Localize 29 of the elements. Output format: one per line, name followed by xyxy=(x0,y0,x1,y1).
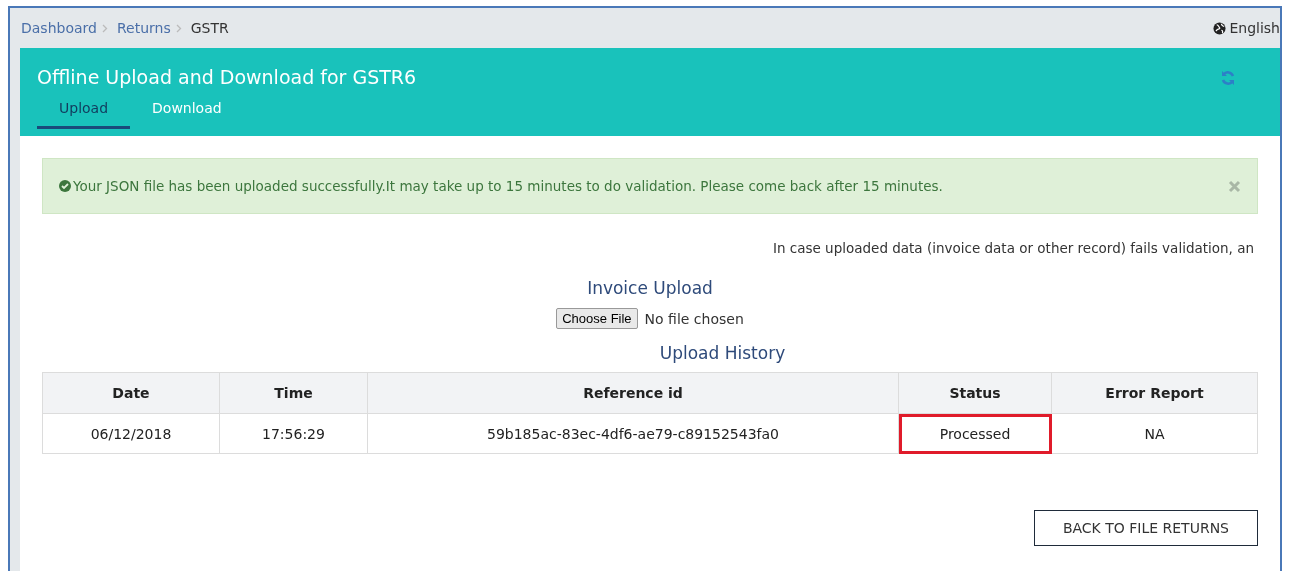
close-icon[interactable] xyxy=(1228,179,1241,193)
column-header: Error Report xyxy=(1051,372,1258,414)
table-cell: 06/12/2018 xyxy=(42,413,220,454)
chevron-icon xyxy=(175,23,182,33)
column-header: Date xyxy=(42,372,220,414)
page-title: Offline Upload and Download for GSTR6 xyxy=(37,66,417,88)
section-heading: Upload History xyxy=(659,343,786,363)
info-text: In case uploaded data (invoice data or other record) fails validation, an xyxy=(772,240,1254,256)
check-circle-icon xyxy=(59,180,71,192)
table-cell: NA xyxy=(1051,413,1258,454)
breadcrumb-current: GSTR xyxy=(190,20,229,36)
column-header: Reference id xyxy=(367,372,899,414)
back-button[interactable]: BACK TO FILE RETURNS xyxy=(1033,510,1258,546)
table-cell: 59b185ac-83ec-4df6-ae79-c89152543fa0 xyxy=(367,413,899,454)
chevron-icon xyxy=(101,23,108,33)
refresh-icon[interactable] xyxy=(1220,70,1236,86)
column-header: Status xyxy=(898,372,1052,414)
globe-icon xyxy=(1213,21,1227,35)
breadcrumb-link[interactable]: Returns xyxy=(116,20,171,36)
alert-message: Your JSON file has been uploaded successfully.It may take up to 15 minutes to do validation. Please come back after 15 minutes. xyxy=(73,178,943,194)
file-status: No file chosen xyxy=(644,310,744,327)
section-heading: Invoice Upload xyxy=(587,278,713,298)
highlighted-status-cell: Processed xyxy=(898,413,1052,454)
tab[interactable]: Upload xyxy=(37,100,131,129)
breadcrumb-link[interactable]: Dashboard xyxy=(21,20,97,36)
table-cell: 17:56:29 xyxy=(219,413,368,454)
language-selector[interactable]: English xyxy=(1229,20,1280,36)
choose-file-button[interactable]: Choose File xyxy=(556,308,638,329)
column-header: Time xyxy=(219,372,368,414)
